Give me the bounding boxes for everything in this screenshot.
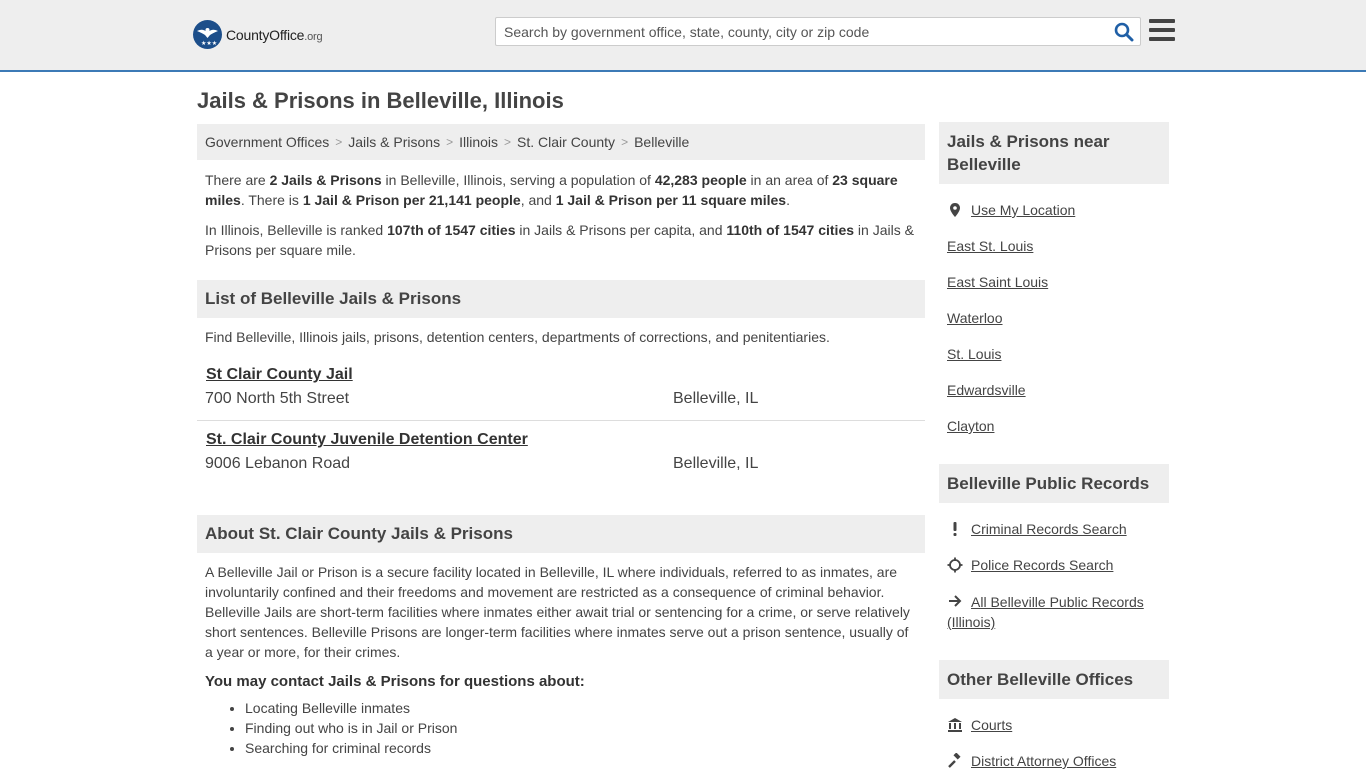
menu-bar bbox=[1149, 28, 1175, 32]
arrow-right-icon bbox=[947, 593, 963, 609]
courthouse-icon bbox=[947, 717, 963, 733]
main-content: Government Offices > Jails & Prisons > I… bbox=[197, 124, 925, 758]
sidebar-item-clayton[interactable]: Clayton bbox=[947, 416, 1161, 436]
sidebar-other-list: Courts District Attorney Offices bbox=[939, 699, 1169, 771]
breadcrumb-belleville[interactable]: Belleville bbox=[634, 134, 689, 150]
breadcrumb: Government Offices > Jails & Prisons > I… bbox=[197, 124, 925, 160]
sidebar-near-list: Use My Location East St. Louis East Sain… bbox=[939, 184, 1169, 436]
nearby-city-link[interactable]: St. Louis bbox=[947, 344, 1001, 364]
use-my-location-link[interactable]: Use My Location bbox=[971, 200, 1075, 220]
chevron-right-icon: > bbox=[446, 135, 454, 149]
chevron-right-icon: > bbox=[621, 135, 629, 149]
sidebar-item-police-records[interactable]: Police Records Search bbox=[947, 555, 1161, 575]
sidebar-item-edwardsville[interactable]: Edwardsville bbox=[947, 380, 1161, 400]
hamburger-menu-icon[interactable] bbox=[1149, 19, 1175, 43]
sidebar-item-use-location[interactable]: Use My Location bbox=[947, 200, 1161, 220]
menu-bar bbox=[1149, 19, 1175, 23]
listing-item: St. Clair County Juvenile Detention Cent… bbox=[197, 421, 925, 486]
police-records-link[interactable]: Police Records Search bbox=[971, 555, 1113, 575]
intro-ranking-paragraph: In Illinois, Belleville is ranked 107th … bbox=[205, 222, 914, 258]
sidebar-other-heading: Other Belleville Offices bbox=[939, 660, 1169, 699]
page-title: Jails & Prisons in Belleville, Illinois bbox=[197, 88, 564, 113]
nearby-city-link[interactable]: Waterloo bbox=[947, 308, 1003, 328]
listing-address: 700 North 5th Street bbox=[205, 390, 350, 407]
courts-link[interactable]: Courts bbox=[971, 715, 1012, 735]
sidebar-records-heading: Belleville Public Records bbox=[939, 464, 1169, 503]
breadcrumb-illinois[interactable]: Illinois bbox=[459, 134, 498, 150]
chevron-right-icon: > bbox=[504, 135, 512, 149]
sidebar: Jails & Prisons near Belleville Use My L… bbox=[939, 122, 1169, 771]
search-icon[interactable] bbox=[1114, 22, 1134, 42]
breadcrumb-government-offices[interactable]: Government Offices bbox=[205, 134, 329, 150]
sidebar-item-all-public-records[interactable]: All Belleville Public Records (Illinois) bbox=[947, 591, 1161, 632]
listing-address: 9006 Lebanon Road bbox=[205, 455, 351, 472]
svg-text:★★★: ★★★ bbox=[201, 40, 217, 47]
map-pin-icon bbox=[947, 202, 963, 218]
site-logo[interactable]: ★★★ CountyOffice.org bbox=[193, 20, 323, 49]
all-public-records-link[interactable]: All Belleville Public Records (Illinois) bbox=[947, 594, 1144, 630]
sidebar-records-list: Criminal Records Search Police Records S… bbox=[939, 503, 1169, 632]
nearby-city-link[interactable]: East Saint Louis bbox=[947, 272, 1048, 292]
listing-list: St Clair County Jail 700 North 5th Stree… bbox=[197, 356, 925, 486]
chevron-right-icon: > bbox=[335, 135, 343, 149]
list-item: Locating Belleville inmates bbox=[245, 698, 925, 718]
breadcrumb-st-clair-county[interactable]: St. Clair County bbox=[517, 134, 615, 150]
site-header: ★★★ CountyOffice.org bbox=[0, 0, 1366, 72]
sidebar-near-heading: Jails & Prisons near Belleville bbox=[939, 122, 1169, 184]
listing-name-link[interactable]: St Clair County Jail bbox=[206, 366, 353, 384]
sidebar-item-waterloo[interactable]: Waterloo bbox=[947, 308, 1161, 328]
intro-stats-paragraph: There are 2 Jails & Prisons in Bellevill… bbox=[205, 172, 898, 208]
list-section-description: Find Belleville, Illinois jails, prisons… bbox=[205, 329, 830, 345]
sidebar-item-st-louis[interactable]: St. Louis bbox=[947, 344, 1161, 364]
breadcrumb-jails-prisons[interactable]: Jails & Prisons bbox=[348, 134, 440, 150]
sidebar-item-district-attorney[interactable]: District Attorney Offices bbox=[947, 751, 1161, 771]
menu-bar bbox=[1149, 37, 1175, 41]
logo-eagle-icon: ★★★ bbox=[193, 20, 222, 49]
list-section-heading: List of Belleville Jails & Prisons bbox=[197, 280, 925, 318]
listing-item: St Clair County Jail 700 North 5th Stree… bbox=[197, 356, 925, 421]
list-item: Searching for criminal records bbox=[245, 738, 925, 758]
sidebar-item-east-st-louis[interactable]: East St. Louis bbox=[947, 236, 1161, 256]
sidebar-item-criminal-records[interactable]: Criminal Records Search bbox=[947, 519, 1161, 539]
logo-text: CountyOffice.org bbox=[226, 26, 323, 43]
gavel-icon bbox=[947, 752, 963, 769]
contact-heading: You may contact Jails & Prisons for ques… bbox=[205, 673, 585, 690]
search-bar bbox=[495, 17, 1141, 46]
logo-tld-text: .org bbox=[304, 30, 323, 43]
list-item: Finding out who is in Jail or Prison bbox=[245, 718, 925, 738]
about-section-heading: About St. Clair County Jails & Prisons bbox=[197, 515, 925, 553]
sidebar-item-courts[interactable]: Courts bbox=[947, 715, 1161, 735]
crosshair-icon bbox=[947, 557, 963, 573]
nearby-city-link[interactable]: East St. Louis bbox=[947, 236, 1033, 256]
listing-city: Belleville, IL bbox=[673, 390, 759, 407]
sidebar-item-east-saint-louis[interactable]: East Saint Louis bbox=[947, 272, 1161, 292]
criminal-records-link[interactable]: Criminal Records Search bbox=[971, 519, 1127, 539]
listing-name-link[interactable]: St. Clair County Juvenile Detention Cent… bbox=[206, 431, 528, 449]
search-input[interactable] bbox=[496, 18, 1096, 45]
nearby-city-link[interactable]: Clayton bbox=[947, 416, 994, 436]
listing-city: Belleville, IL bbox=[673, 455, 759, 472]
nearby-city-link[interactable]: Edwardsville bbox=[947, 380, 1026, 400]
district-attorney-link[interactable]: District Attorney Offices bbox=[971, 751, 1116, 771]
exclamation-icon bbox=[947, 521, 963, 537]
about-section-body: A Belleville Jail or Prison is a secure … bbox=[205, 564, 910, 660]
contact-topics-list: Locating Belleville inmates Finding out … bbox=[197, 690, 925, 758]
logo-main-text: CountyOffice bbox=[226, 26, 305, 43]
